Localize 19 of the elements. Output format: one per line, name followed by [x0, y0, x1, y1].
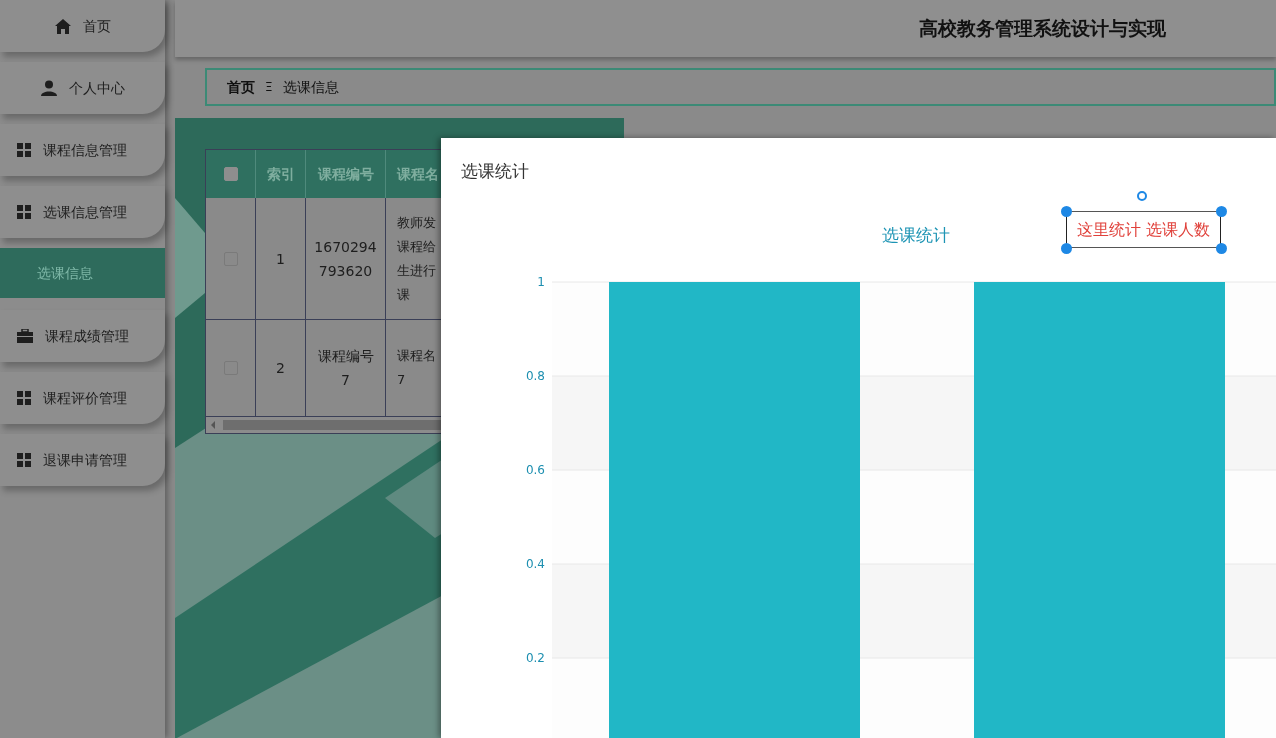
y-tick-label: 0.8	[525, 369, 545, 383]
table-cell: 2	[256, 320, 306, 416]
y-tick-label: 0.6	[525, 463, 545, 477]
y-tick-label: 0.4	[525, 557, 545, 571]
table-cell: 1670294 793620	[306, 198, 386, 319]
y-tick-label: 0.2	[525, 651, 545, 665]
y-tick-label: 1	[537, 275, 545, 289]
table-cell-text: 课程名 7	[396, 347, 437, 389]
table-header-cell: 索引	[256, 150, 306, 198]
dialog-title: 选课统计	[461, 160, 529, 183]
table-cell-text: 教师发 课程给 生进行 课	[396, 213, 437, 304]
table-cell: 课程编号 7	[306, 320, 386, 416]
breadcrumb-separator: Ξ	[265, 79, 273, 96]
table-header-cell: 课程编号	[306, 150, 386, 198]
system-title: 高校教务管理系统设计与实现	[919, 16, 1166, 42]
table-header-cell-text: 课程名	[395, 164, 440, 184]
table-cell: 1	[256, 198, 306, 319]
chart-title: 选课统计	[882, 225, 950, 245]
breadcrumb-current: 选课信息	[282, 77, 339, 97]
